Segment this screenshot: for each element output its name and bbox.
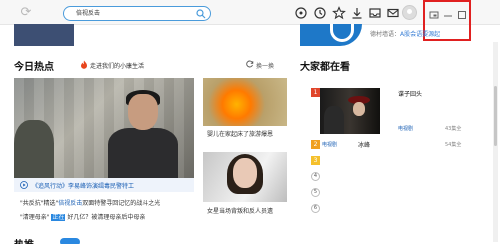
rank-2-count: 54集全 — [445, 142, 462, 148]
thumbnail-figure-face — [233, 158, 257, 188]
search-query: 倍视反击 — [76, 10, 101, 17]
news-tag: 正在 — [51, 214, 66, 221]
download-icon[interactable] — [350, 6, 364, 20]
scrollbar-thumb[interactable] — [494, 86, 497, 146]
news-prefix: "清理母亲" — [20, 214, 50, 221]
news-suffix: 好几亿？被清理母亲后中母亲 — [67, 214, 146, 221]
mail-icon[interactable] — [386, 6, 400, 20]
hero-figure-main — [102, 88, 178, 178]
inbox-icon[interactable] — [368, 6, 382, 20]
hero-figure-head — [128, 94, 158, 130]
xiaokang-link[interactable]: 走进我们的小康生活 — [90, 61, 144, 70]
thumbnail-figure-man — [324, 106, 344, 134]
rank-badge: 2 — [311, 140, 320, 149]
maximize-icon[interactable] — [457, 10, 467, 20]
rank-1-thumbnail[interactable] — [320, 88, 380, 134]
news-link[interactable]: 倍视反击 — [58, 200, 82, 207]
refresh-icon[interactable]: ⟳ — [18, 5, 34, 21]
circle-target-icon[interactable] — [294, 6, 308, 20]
rank-1-title[interactable]: 谍子囧头 — [398, 89, 422, 98]
news-prefix: "共反抗"精选" — [20, 200, 59, 207]
news-item[interactable]: "共反抗"精选"倍视反击双面特警寻回记忆的战斗之光 — [20, 198, 160, 207]
rank-badge: 6 — [311, 204, 320, 213]
refresh-icon[interactable] — [246, 60, 254, 68]
refresh-button[interactable]: 换一换 — [256, 61, 274, 70]
banner-image-left[interactable] — [14, 24, 74, 46]
news-thumbnail-1-caption[interactable]: 婴儿在家起床了旅游爆恩 — [207, 129, 273, 138]
rank-badge: 5 — [311, 188, 320, 197]
hero-image[interactable] — [14, 78, 194, 178]
rank-1-count: 43集全 — [445, 126, 462, 132]
clock-icon[interactable] — [313, 6, 327, 20]
hero-caption[interactable]: 《追风行动》李易峰饰演缉毒民警特工 — [32, 181, 134, 190]
news-thumbnail-2-caption[interactable]: 女星当场背叛和反人员遗 — [207, 206, 273, 215]
star-icon[interactable] — [332, 6, 346, 20]
avatar[interactable] — [402, 5, 417, 20]
next-section-title: 热推 — [14, 236, 34, 244]
rank-badge: 3 — [311, 156, 320, 165]
rank-badge: 4 — [311, 172, 320, 181]
rank-2-tag[interactable]: 电视剧 — [322, 141, 337, 148]
watching-title: 大家都在看 — [300, 62, 350, 73]
hot-today-title: 今日热点 — [14, 62, 54, 73]
news-thumbnail-2[interactable] — [203, 152, 287, 202]
rank-1-tag[interactable]: 电视剧 — [398, 125, 413, 132]
rank-badge: 1 — [311, 88, 320, 97]
banner-news-link[interactable]: A股会语要源起 — [400, 31, 440, 38]
news-item[interactable]: "清理母亲" 正在 好几亿？被清理母亲后中母亲 — [20, 212, 145, 221]
play-icon[interactable] — [20, 181, 28, 189]
next-section-badge — [60, 238, 80, 244]
hero-figure-left — [14, 120, 54, 178]
news-thumbnail-1[interactable] — [203, 78, 287, 126]
hero-figure-body — [108, 128, 178, 178]
banner-news-line[interactable]: 德村墙语：A股会语要源起 — [370, 29, 440, 38]
thumbnail-figure-face — [353, 102, 365, 116]
banner-news-label: 德村墙语： — [370, 31, 401, 38]
search-input[interactable]: 倍视反击 — [63, 6, 211, 21]
mini-mode-icon[interactable] — [429, 10, 439, 20]
news-suffix: 双面特警寻回记忆的战斗之光 — [82, 200, 161, 207]
search-icon[interactable] — [196, 9, 206, 19]
minimize-icon[interactable] — [443, 10, 453, 20]
fire-icon — [81, 60, 87, 69]
rank-2-title[interactable]: 冰峰 — [358, 140, 370, 149]
